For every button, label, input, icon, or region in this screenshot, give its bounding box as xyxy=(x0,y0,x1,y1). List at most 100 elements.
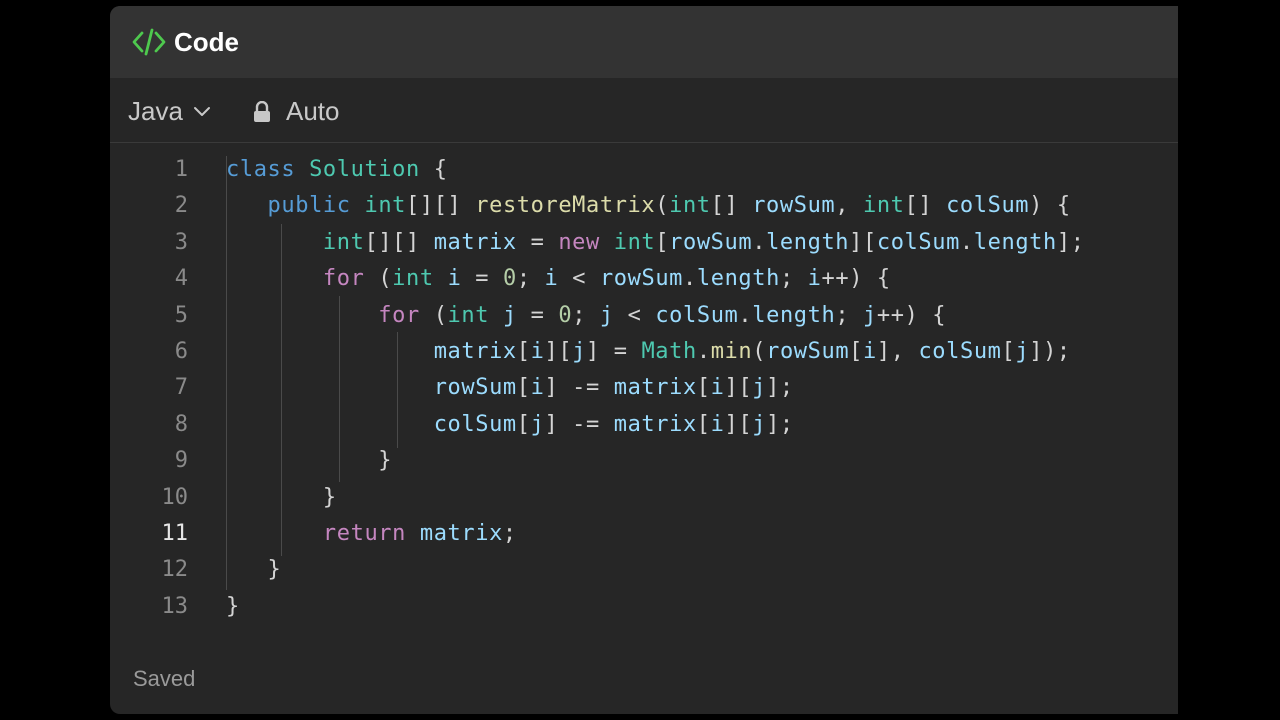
code-token: ; xyxy=(835,302,864,328)
code-token: } xyxy=(226,593,240,619)
code-token: ] = xyxy=(586,339,642,364)
code-token: } xyxy=(226,557,282,583)
code-token: Math xyxy=(641,339,697,364)
code-token: } xyxy=(226,484,337,510)
code-token: return xyxy=(322,521,420,546)
code-line[interactable]: 11 return matrix; xyxy=(110,516,1200,552)
code-token: ][ xyxy=(724,375,753,401)
lock-icon xyxy=(254,100,270,122)
line-number: 13 xyxy=(161,593,189,619)
code-token: colSum xyxy=(946,193,1030,219)
code-token: for xyxy=(322,266,379,292)
code-editor[interactable]: 1 class Solution {2 public int[][] restor… xyxy=(110,152,1200,632)
code-token: ) { xyxy=(1029,193,1071,219)
code-text: class Solution { xyxy=(226,152,448,188)
code-token: ; xyxy=(779,266,808,292)
code-token: min xyxy=(710,339,753,364)
code-token: public xyxy=(267,193,365,219)
line-number: 11 xyxy=(161,521,189,546)
panel-header: Code xyxy=(110,6,1200,78)
code-token: rowSum xyxy=(766,339,850,364)
line-number: 10 xyxy=(161,484,189,510)
editor-toolbar: Java Auto xyxy=(110,78,1200,143)
line-number: 12 xyxy=(161,557,189,583)
code-line[interactable]: 7 rowSum[i] -= matrix[i][j]; xyxy=(110,370,1200,406)
language-select[interactable]: Java xyxy=(128,96,211,127)
code-token: . xyxy=(696,339,711,364)
code-token: ++) { xyxy=(821,266,891,292)
code-token: for xyxy=(378,302,434,328)
line-number: 5 xyxy=(174,302,188,328)
code-token: ][ xyxy=(544,339,573,364)
code-panel: Code Java Auto 1 class Solution {2 public… xyxy=(110,6,1200,714)
code-text: for (int i = 0; i < rowSum.length; i++) … xyxy=(226,261,891,297)
code-line[interactable]: 13} xyxy=(110,589,1200,625)
code-text: rowSum[i] -= matrix[i][j]; xyxy=(226,370,794,406)
code-token: ++) { xyxy=(876,302,947,328)
code-text: int[][] matrix = new int[rowSum.length][… xyxy=(226,225,1085,261)
code-token: . xyxy=(752,229,767,255)
code-token: j xyxy=(530,411,545,437)
code-token: rowSum xyxy=(599,266,684,292)
code-token: rowSum xyxy=(752,193,836,219)
auto-mode: Auto xyxy=(252,96,340,127)
code-token: int xyxy=(447,302,503,328)
code-token: i xyxy=(710,375,725,401)
code-token: colSum xyxy=(655,302,739,328)
code-line[interactable]: 10 } xyxy=(110,480,1200,516)
code-token: class xyxy=(226,157,310,182)
line-number: 6 xyxy=(174,339,188,364)
code-token: i xyxy=(544,266,559,292)
line-number: 4 xyxy=(174,266,188,292)
code-token: colSum xyxy=(433,411,517,437)
code-token: length xyxy=(752,302,836,328)
code-token: j xyxy=(752,411,767,437)
code-token: [ xyxy=(516,411,531,437)
code-token: i xyxy=(530,339,545,364)
code-token: ]); xyxy=(1029,339,1071,364)
code-line[interactable]: 6 matrix[i][j] = Math.min(rowSum[i], col… xyxy=(110,334,1200,370)
line-number: 1 xyxy=(174,157,188,182)
code-token: = xyxy=(461,266,503,292)
save-status: Saved xyxy=(133,666,196,691)
line-number: 7 xyxy=(174,375,188,401)
code-text: public int[][] restoreMatrix(int[] rowSu… xyxy=(226,188,1071,224)
code-line[interactable]: 12 } xyxy=(110,552,1200,588)
code-text: matrix[i][j] = Math.min(rowSum[i], colSu… xyxy=(226,334,1071,370)
code-token: length xyxy=(973,229,1057,255)
code-token: matrix xyxy=(613,375,697,401)
code-token: { xyxy=(419,157,448,182)
code-token: ; xyxy=(502,521,517,546)
code-line[interactable]: 3 int[][] matrix = new int[rowSum.length… xyxy=(110,225,1200,261)
code-text: for (int j = 0; j < colSum.length; j++) … xyxy=(226,298,946,334)
code-token: i xyxy=(863,339,877,364)
code-text: } xyxy=(226,589,240,625)
code-line[interactable]: 5 for (int j = 0; j < colSum.length; j++… xyxy=(110,298,1200,334)
code-token: 0 xyxy=(502,266,517,292)
code-token: Solution xyxy=(309,157,420,182)
code-line[interactable]: 2 public int[][] restoreMatrix(int[] row… xyxy=(110,188,1200,224)
code-line[interactable]: 1 class Solution { xyxy=(110,152,1200,188)
code-token: [][] xyxy=(364,229,434,255)
code-token: int xyxy=(322,229,365,255)
code-token: ] -= xyxy=(544,411,614,437)
code-token: ]; xyxy=(766,375,794,401)
chevron-down-icon xyxy=(193,106,210,116)
code-token: [ xyxy=(1001,339,1016,364)
code-token: [ xyxy=(516,339,531,364)
code-token: ]; xyxy=(766,411,794,437)
code-line[interactable]: 8 colSum[j] -= matrix[i][j]; xyxy=(110,407,1200,443)
code-line[interactable]: 4 for (int i = 0; i < rowSum.length; i++… xyxy=(110,261,1200,297)
code-token: [ xyxy=(696,375,711,401)
code-token: int xyxy=(669,193,711,219)
code-line[interactable]: 9 } xyxy=(110,443,1200,479)
code-token: rowSum xyxy=(433,375,517,401)
code-token: i xyxy=(807,266,822,292)
code-token: matrix xyxy=(613,411,697,437)
code-token: i xyxy=(447,266,462,292)
